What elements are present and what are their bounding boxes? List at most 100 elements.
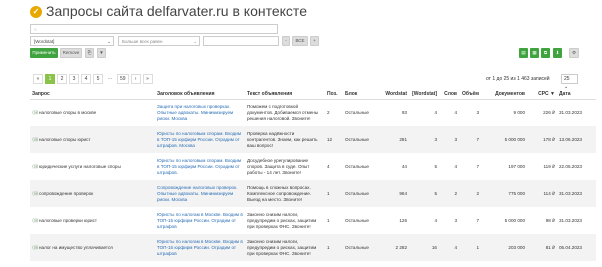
col-ad-text[interactable]: Текст объявления <box>245 89 325 100</box>
col-cpc-label: CPC <box>538 90 549 97</box>
col-date[interactable]: Дата <box>557 89 596 100</box>
cell-title[interactable]: Защита при налоговых проверках. Опытные … <box>155 99 245 126</box>
cell-words: 4 <box>454 109 457 115</box>
col-wordstat-exact[interactable]: [Wordstat] <box>409 89 439 100</box>
page-last[interactable]: » <box>142 74 153 84</box>
cell-words: 4 <box>439 234 459 261</box>
cell-title[interactable]: Сопровождение налоговых проверок. Опытны… <box>155 180 245 207</box>
col-ad-title[interactable]: Заголовок объявления <box>155 89 245 100</box>
page-59[interactable]: 59 <box>117 74 129 84</box>
download-icon[interactable]: ⬇ <box>553 48 562 58</box>
page-next[interactable]: › <box>130 74 141 84</box>
cell-block: Остальные <box>343 180 375 207</box>
share-icon[interactable]: ⟨⊞ <box>32 191 39 197</box>
cell-block: Остальные <box>345 109 369 115</box>
region-value: [Wordstat] <box>34 39 55 44</box>
cell-text: Законно снизим налоги, предупредим о рис… <box>245 234 325 261</box>
table-row[interactable]: ⟨⊞налоговые споры юрист Юристы по налогов… <box>30 126 596 153</box>
cell-cpc: 178 ₽ <box>527 126 557 153</box>
search-input[interactable]: ○ <box>30 24 278 34</box>
page-1[interactable]: 1 <box>45 74 55 84</box>
page-3[interactable]: 3 <box>69 74 79 84</box>
reset-button[interactable]: Remove <box>60 48 82 58</box>
region-select[interactable]: [Wordstat] ⌄ <box>30 36 114 46</box>
page-2[interactable]: 2 <box>57 74 67 84</box>
col-volume[interactable]: Объём <box>459 89 481 100</box>
col-position[interactable]: Поз. <box>325 89 343 100</box>
per-page-select[interactable]: 25 ⌄ <box>561 74 578 90</box>
cell-ws: 44 <box>401 163 407 169</box>
queries-table: Запрос Заголовок объявления Текст объявл… <box>30 89 596 261</box>
cell-query: ⟨⊞юридические услуги налоговые споры <box>30 153 155 180</box>
share-icon[interactable]: ⟨⊞ <box>32 110 39 116</box>
cell-pos: 1 <box>325 180 343 207</box>
page-first[interactable]: « <box>33 74 43 84</box>
table-icon[interactable]: ▦ <box>530 48 539 58</box>
cell-ws2: 4 <box>434 109 437 115</box>
plus-button[interactable]: + <box>310 36 319 46</box>
cell-ws2: 16 <box>409 234 439 261</box>
chevron-down-icon: ⌄ <box>193 39 197 44</box>
value-input[interactable] <box>203 36 279 46</box>
col-wordstat[interactable]: Wordstat <box>375 89 409 100</box>
search-icon: ○ <box>34 27 37 32</box>
minus-button[interactable]: - <box>282 36 290 46</box>
sort-desc-icon: ▼ <box>550 90 555 97</box>
records-summary: от 1 до 25 из 1 463 записей <box>486 76 550 82</box>
cell-volume: 7 <box>476 163 479 169</box>
query-text: налог на имущество уплачивается <box>39 244 113 250</box>
col-documents[interactable]: Документов <box>481 89 527 100</box>
cell-title[interactable]: Юристы по налогам в Москве. Входим в ТОП… <box>155 234 245 261</box>
cell-ws2: 4 <box>434 217 437 223</box>
query-text: налоговые проверки юрист <box>39 217 97 223</box>
apply-button[interactable]: Применить <box>30 48 58 58</box>
page-4[interactable]: 4 <box>81 74 91 84</box>
query-text: сопровождение проверок <box>39 190 94 196</box>
cell-text: Законно снизим налоги, предупредим о рис… <box>247 211 317 229</box>
col-query[interactable]: Запрос <box>30 89 155 100</box>
cell-ws2: 5 <box>434 163 437 169</box>
page-ellipsis: ... <box>107 75 113 81</box>
table-row[interactable]: ⟨⊞налоговые проверки юрист Юристы по нало… <box>30 207 596 234</box>
cell-ws: 93 <box>401 109 407 115</box>
cell-text: Помощь в сложных вопросах. Комплексное с… <box>245 180 325 207</box>
table-row[interactable]: ⟨⊞налоговые споры в москве Защита при нал… <box>30 99 596 126</box>
table-row[interactable]: ⟨⊞юридические услуги налоговые споры Юрис… <box>30 153 596 180</box>
table-row[interactable]: ⟨⊞сопровождение проверок Сопровождение на… <box>30 180 596 207</box>
cell-title[interactable]: Юристы по налоговым спорам. Входим в ТОП… <box>155 126 245 153</box>
cell-docs: 197 000 <box>508 163 525 169</box>
cell-volume: 3 <box>476 109 479 115</box>
cell-cpc: 119 ₽ <box>543 163 555 169</box>
cell-cpc: 226 ₽ <box>543 109 555 115</box>
cell-cpc: 98 ₽ <box>545 217 555 223</box>
cell-title[interactable]: Юристы по налоговым спорам. Входим в ТОП… <box>155 153 245 180</box>
share-icon[interactable]: ⟨⊞ <box>32 164 39 170</box>
settings-icon[interactable]: ⚙ <box>569 48 579 58</box>
cell-docs: 5 000 000 <box>504 217 525 223</box>
filter-icon[interactable]: ▼ <box>97 48 106 58</box>
share-icon[interactable]: ⟨⊞ <box>32 245 39 251</box>
cell-date: 31.03.2023 <box>559 217 582 223</box>
cell-block: Остальные <box>345 163 369 169</box>
cell-query: ⟨⊞сопровождение проверок <box>30 180 155 207</box>
info-icon: ✓ <box>30 6 42 18</box>
table-row[interactable]: ⟨⊞налог на имущество уплачивается Юристы … <box>30 234 596 261</box>
cell-ws: 964 <box>375 180 409 207</box>
cell-date: 22.05.2023 <box>559 163 582 169</box>
frequency-select[interactable]: Больше всех равен ⌄ <box>118 36 200 46</box>
export-icon[interactable]: ▤ <box>519 48 528 58</box>
cell-ws2: 5 <box>409 180 439 207</box>
col-cpc[interactable]: CPC ▼ <box>527 89 557 100</box>
copy-icon[interactable]: ⎘ <box>85 48 94 58</box>
all-button[interactable]: ВСЕ <box>292 36 308 46</box>
col-words[interactable]: Слов <box>439 89 459 100</box>
share-icon[interactable]: ⟨⊞ <box>32 137 39 143</box>
page-5[interactable]: 5 <box>93 74 103 84</box>
copy-table-icon[interactable]: ⧉ <box>541 48 550 58</box>
chevron-down-icon: ⌄ <box>107 39 111 44</box>
col-block[interactable]: Блок <box>343 89 375 100</box>
share-icon[interactable]: ⟨⊞ <box>32 218 39 224</box>
table-header: Запрос Заголовок объявления Текст объявл… <box>30 89 596 100</box>
cell-title[interactable]: Юристы по налогам в Москве. Входим в ТОП… <box>155 207 245 234</box>
cell-query: ⟨⊞налоговые споры юрист <box>30 126 155 153</box>
